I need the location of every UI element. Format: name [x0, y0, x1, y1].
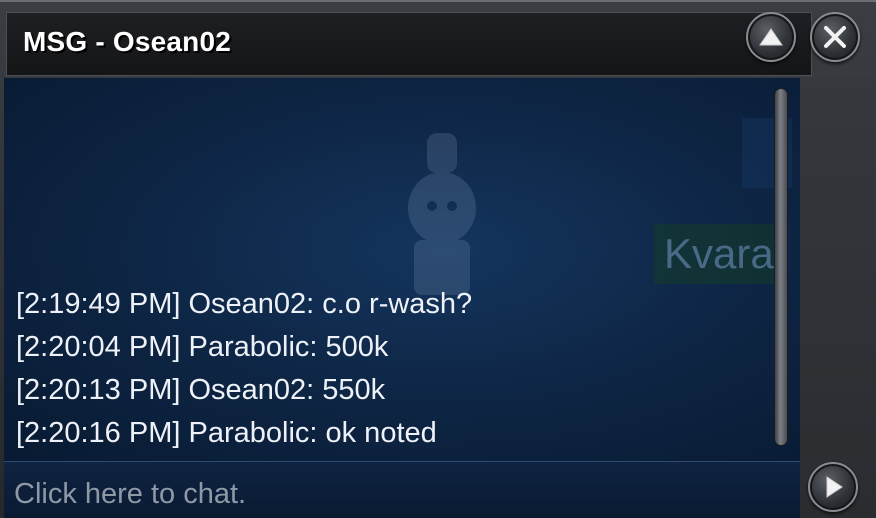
chat-input-bar	[4, 461, 800, 518]
title-bar[interactable]: MSG - Osean02	[6, 12, 812, 76]
up-arrow-icon	[759, 28, 783, 46]
send-button[interactable]	[808, 462, 858, 512]
chat-message: [2:20:16 PM] Parabolic: ok noted	[16, 417, 437, 449]
minimize-button[interactable]	[746, 12, 796, 62]
window-title: MSG - Osean02	[23, 26, 232, 57]
close-button[interactable]	[810, 12, 860, 62]
right-frame	[800, 78, 876, 518]
chat-message: [2:20:04 PM] Parabolic: 500k	[16, 331, 389, 363]
chat-message: [2:19:49 PM] Osean02: c.o r-wash?	[16, 288, 473, 320]
chat-input[interactable]	[4, 462, 800, 518]
chat-log: Kvara [2:19:49 PM] Osean02: c.o r-wash? …	[4, 78, 800, 461]
close-icon	[824, 26, 846, 48]
character-sprite-icon	[408, 133, 476, 295]
message-list: [2:19:49 PM] Osean02: c.o r-wash? [2:20:…	[16, 283, 766, 455]
background-name-label: Kvara	[654, 224, 784, 284]
play-arrow-icon	[826, 476, 843, 498]
chat-window: MSG - Osean02 Kvara [2:19:49 PM] Osean02…	[0, 0, 876, 518]
chat-message: [2:20:13 PM] Osean02: 550k	[16, 374, 386, 406]
chat-scrollbar[interactable]	[774, 88, 788, 446]
